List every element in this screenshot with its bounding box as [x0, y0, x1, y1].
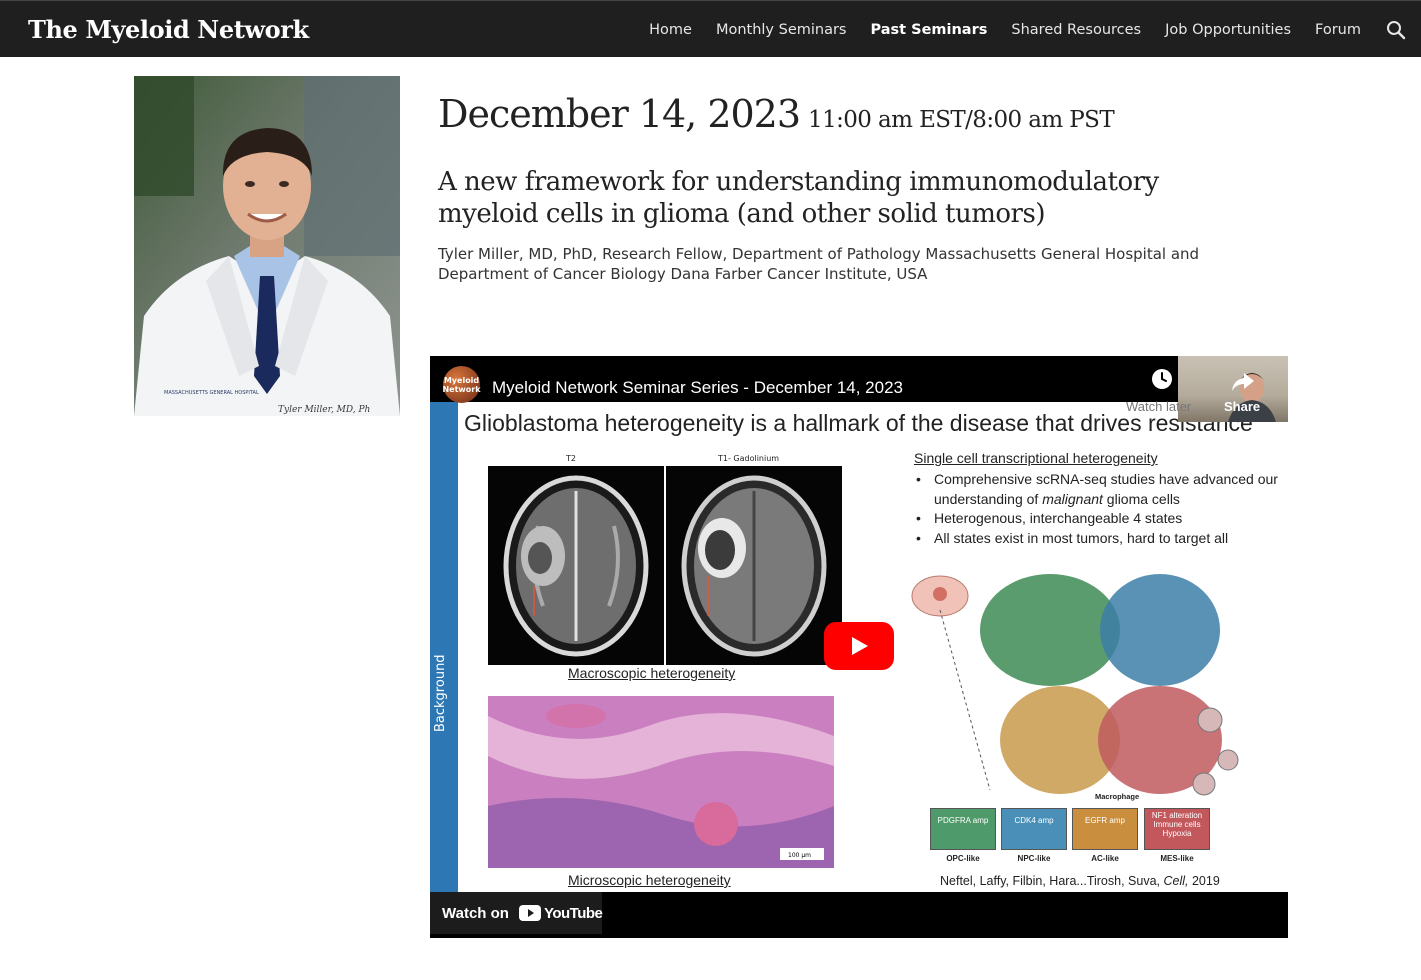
state-label-mes: MES-like — [1160, 854, 1194, 863]
bullet-text-end: glioma cells — [1102, 490, 1180, 507]
histology-scale-bar: 100 µm — [788, 852, 811, 859]
slide-bullet: Comprehensive scRNA-seq studies have adv… — [914, 470, 1284, 509]
seminar-title: A new framework for understanding immuno… — [438, 167, 1159, 229]
slide-title: Glioblastoma heterogeneity is a hallmark… — [464, 410, 1253, 436]
mri-label-t1: T1- Gadolinium — [718, 454, 780, 463]
coat-embroidery-name: Tyler Miller, MD, Ph — [278, 405, 370, 415]
slide-sidebar-label: Background — [433, 654, 448, 732]
slide-bullet: All states exist in most tumors, hard to… — [914, 529, 1284, 549]
state-box-egfr: EGFR amp — [1072, 808, 1138, 850]
citation-year: 2019 — [1188, 874, 1220, 888]
watch-later-icon[interactable] — [1151, 368, 1173, 390]
state-box-nf1: NF1 alteration Immune cells Hypoxia — [1144, 808, 1210, 850]
state-box-pdgfra: PDGFRA amp — [930, 808, 996, 850]
histology-image: 100 µm — [488, 696, 834, 868]
speaker-affiliation: Tyler Miller, MD, PhD, Research Fellow, … — [438, 245, 1200, 283]
youtube-wordmark: YouTube — [543, 904, 603, 922]
search-icon[interactable] — [1385, 19, 1407, 41]
youtube-logo: YouTube — [518, 904, 603, 922]
watch-later-button[interactable]: Watch later — [1126, 399, 1191, 414]
nav-item-past-seminars[interactable]: Past Seminars — [871, 22, 988, 38]
slide-citation: Neftel, Laffy, Filbin, Hara...Tirosh, Su… — [940, 874, 1220, 888]
youtube-play-icon — [518, 905, 541, 921]
mri-image-t2 — [488, 466, 664, 665]
citation-authors: Neftel, Laffy, Filbin, Hara...Tirosh, Su… — [940, 874, 1164, 888]
watch-on-youtube-button[interactable]: Watch on YouTube — [430, 892, 603, 934]
play-button[interactable] — [824, 622, 894, 670]
state-box-cdk4: CDK4 amp — [1001, 808, 1067, 850]
nav-item-home[interactable]: Home — [649, 22, 692, 38]
state-label-npc: NPC-like — [1017, 854, 1051, 863]
mri-image-t1-gadolinium — [666, 466, 842, 665]
channel-avatar-line: Network — [442, 384, 481, 394]
share-icon[interactable] — [1230, 370, 1256, 394]
slide-bullets: Comprehensive scRNA-seq studies have adv… — [914, 470, 1284, 548]
mri-label-t2: T2 — [566, 454, 576, 463]
nav-item-monthly-seminars[interactable]: Monthly Seminars — [716, 22, 847, 38]
state-label-opc: OPC-like — [946, 854, 980, 863]
citation-journal: Cell, — [1163, 874, 1189, 888]
single-cell-heading: Single cell transcriptional heterogeneit… — [914, 450, 1158, 466]
microscopic-caption: Microscopic heterogeneity — [568, 872, 731, 888]
state-label-ac: AC-like — [1091, 854, 1119, 863]
seminar-date: December 14, 2023 — [438, 92, 801, 136]
nav-item-shared-resources[interactable]: Shared Resources — [1011, 22, 1141, 38]
slide-bullet: Heterogenous, interchangeable 4 states — [914, 509, 1284, 529]
main-nav: Home Monthly Seminars Past Seminars Shar… — [625, 1, 1421, 58]
nav-item-job-opportunities[interactable]: Job Opportunities — [1165, 22, 1291, 38]
slide-sidebar: Background — [430, 402, 458, 892]
coat-badge-text: MASSACHUSETTS GENERAL HOSPITAL — [164, 390, 259, 396]
site-brand[interactable]: The Myeloid Network — [28, 15, 309, 44]
speaker-photo: MASSACHUSETTS GENERAL HOSPITAL Tyler Mil… — [134, 76, 400, 416]
channel-avatar-line: Myeloid — [443, 375, 480, 385]
site-header: The Myeloid Network Home Monthly Seminar… — [0, 0, 1421, 57]
seminar-datetime: December 14, 2023 11:00 am EST/8:00 am PS… — [438, 92, 1115, 136]
channel-avatar[interactable]: Myeloid Network — [442, 366, 481, 403]
watch-on-label: Watch on — [442, 904, 509, 922]
macroscopic-caption: Macroscopic heterogeneity — [568, 665, 736, 681]
nav-item-forum[interactable]: Forum — [1315, 22, 1361, 38]
macrophage-label: Macrophage — [1095, 792, 1140, 801]
share-button[interactable]: Share — [1224, 399, 1260, 414]
youtube-embed[interactable]: Background Glioblastoma heterogeneity is… — [430, 356, 1288, 938]
video-title[interactable]: Myeloid Network Seminar Series - Decembe… — [492, 378, 903, 398]
seminar-time: 11:00 am EST/8:00 am PST — [808, 107, 1115, 133]
bullet-emphasis: malignant — [1042, 490, 1103, 507]
